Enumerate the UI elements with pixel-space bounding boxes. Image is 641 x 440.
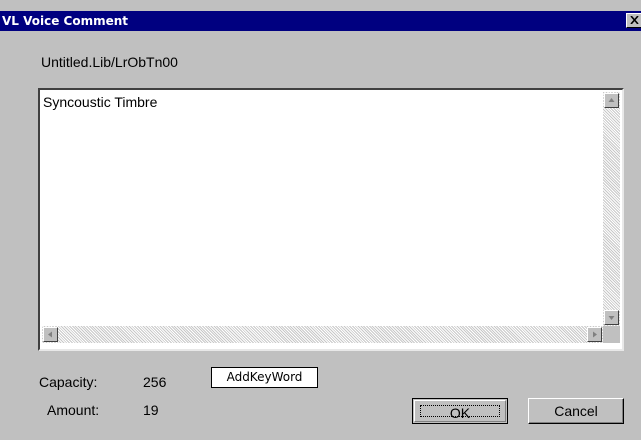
scroll-left-button[interactable]	[43, 327, 58, 342]
title-bar[interactable]: VL Voice Comment	[0, 11, 641, 31]
library-path-label: Untitled.Lib/LrObTn00	[41, 54, 178, 70]
window-title: VL Voice Comment	[2, 14, 129, 28]
comment-textarea[interactable]: Syncoustic Timbre	[38, 88, 624, 351]
scrollbar-corner	[603, 326, 620, 343]
voice-comment-dialog: VL Voice Comment Untitled.Lib/LrObTn00 S…	[0, 0, 641, 440]
ok-button-label: OK	[420, 405, 500, 420]
amount-value: 19	[143, 402, 159, 418]
horizontal-scrollbar[interactable]	[42, 326, 603, 343]
arrow-down-icon	[608, 316, 615, 320]
comment-text: Syncoustic Timbre	[43, 94, 158, 110]
close-icon	[630, 16, 639, 24]
scroll-up-button[interactable]	[604, 93, 619, 108]
amount-label: Amount:	[47, 402, 100, 418]
arrow-right-icon	[593, 331, 597, 338]
capacity-value: 256	[143, 374, 167, 390]
arrow-left-icon	[48, 331, 52, 338]
add-keyword-button[interactable]: AddKeyWord	[211, 367, 318, 388]
arrow-up-icon	[608, 98, 615, 102]
close-button[interactable]	[626, 13, 641, 28]
cancel-button[interactable]: Cancel	[528, 398, 624, 424]
scroll-right-button[interactable]	[587, 327, 602, 342]
capacity-label: Capacity:	[39, 374, 98, 390]
vertical-scrollbar[interactable]	[603, 92, 620, 326]
scroll-down-button[interactable]	[604, 310, 619, 325]
ok-button-bevel: OK	[414, 400, 506, 422]
ok-button[interactable]: OK	[412, 398, 508, 424]
